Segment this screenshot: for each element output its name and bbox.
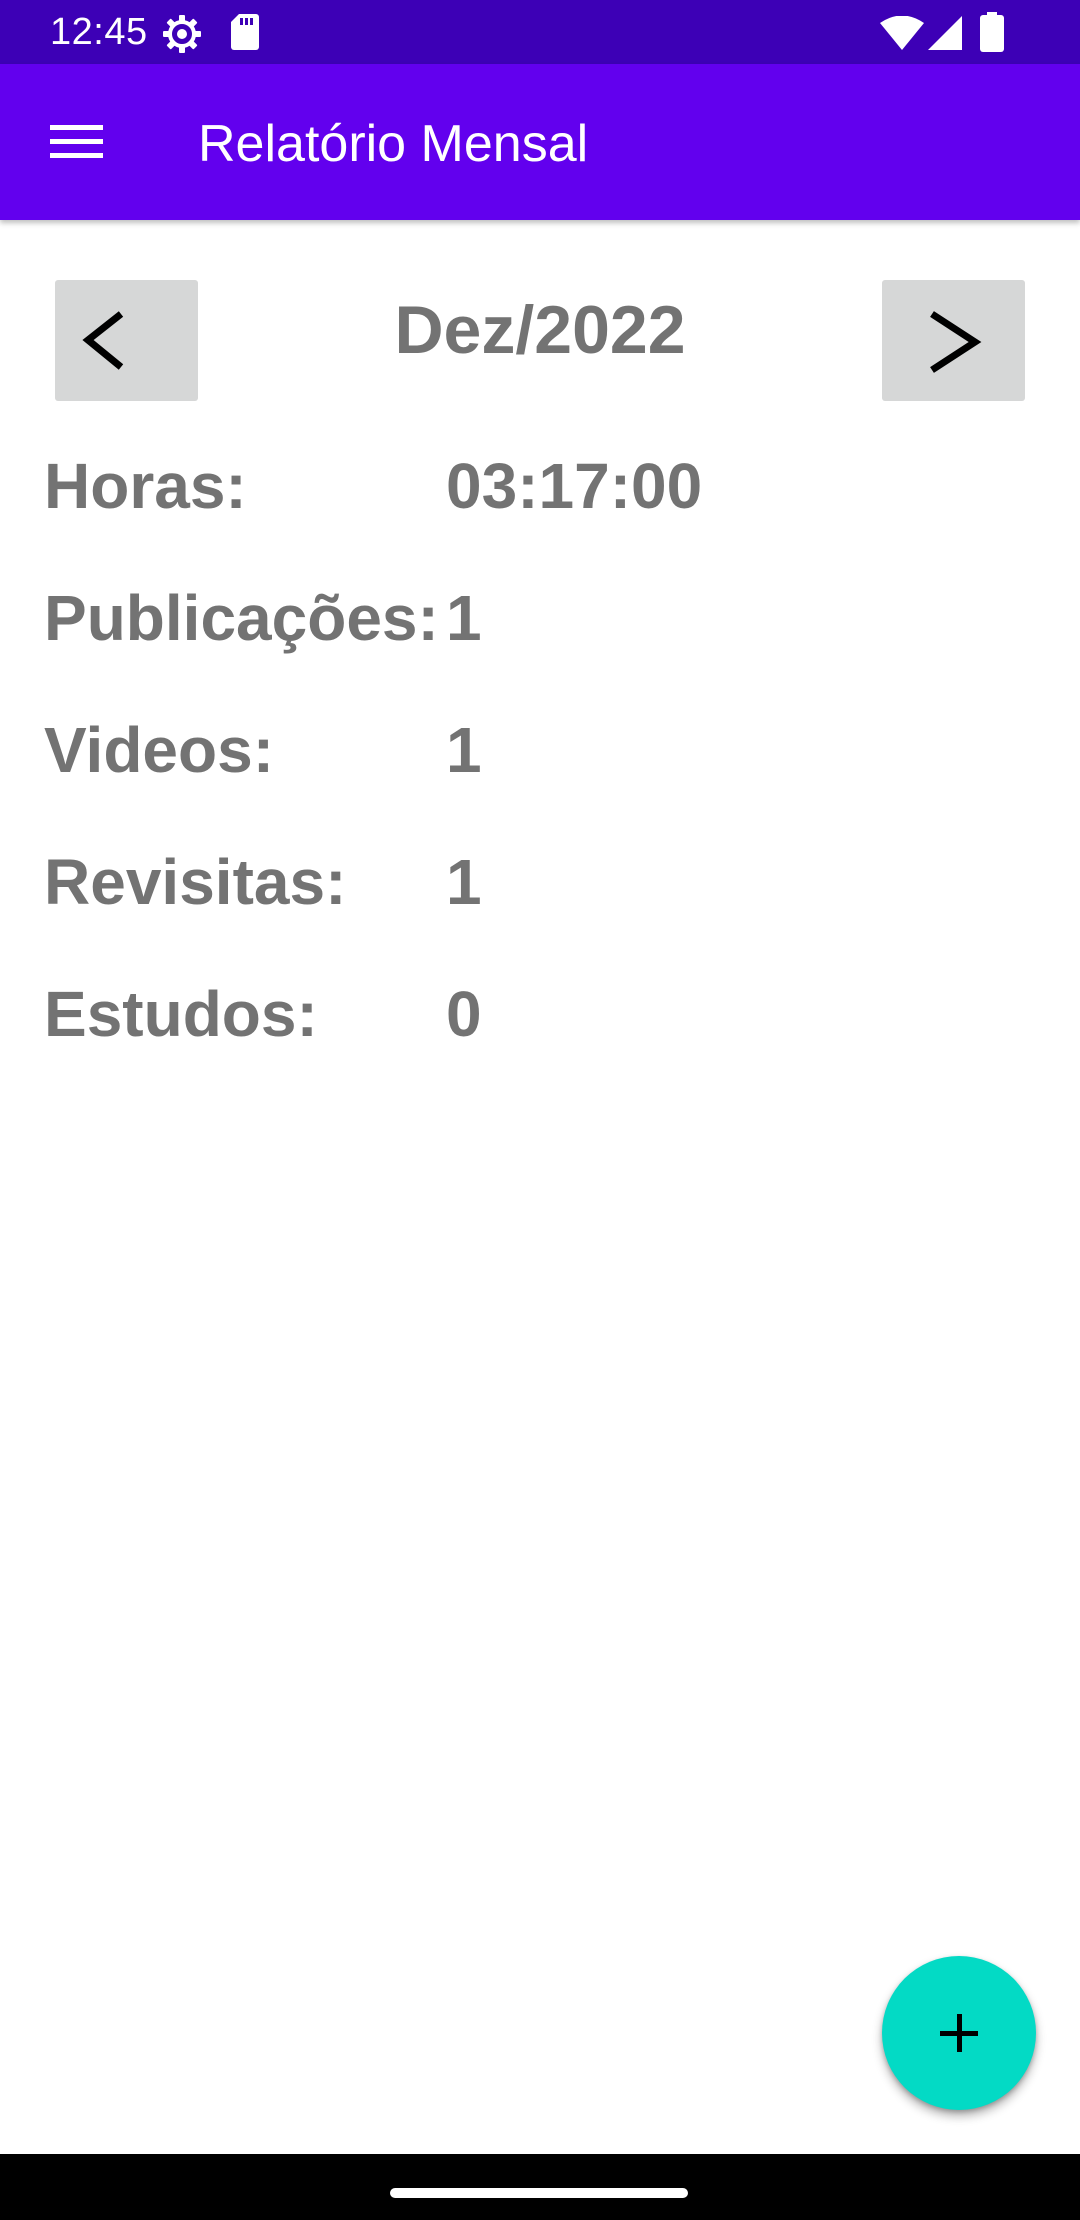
sd-card-icon [230, 14, 260, 55]
add-button[interactable] [882, 1956, 1036, 2110]
status-time: 12:45 [50, 11, 148, 53]
menu-icon [30, 125, 124, 186]
report-value: 0 [446, 978, 482, 1050]
signal-icon [928, 16, 962, 55]
page-title: Relatório Mensal [198, 115, 589, 173]
settings-icon [162, 14, 202, 59]
report-value: 1 [446, 846, 482, 918]
menu-button[interactable] [30, 102, 124, 182]
report-label: Horas: [44, 450, 247, 522]
report-value: 03:17:00 [446, 450, 703, 522]
battery-icon [980, 12, 1004, 57]
wifi-icon [880, 15, 924, 55]
report-row-videos: Videos: 1 [0, 702, 1080, 798]
month-label: Dez/2022 [394, 292, 686, 368]
home-gesture-handle[interactable] [390, 2188, 688, 2198]
report-value: 1 [446, 714, 482, 786]
previous-month-button[interactable] [55, 280, 198, 401]
report-value: 1 [446, 582, 482, 654]
report-label: Estudos: [44, 978, 318, 1050]
report-row-estudos: Estudos: 0 [0, 966, 1080, 1062]
status-bar: 12:45 [0, 0, 1080, 64]
report-row-publicacoes: Publicações: 1 [0, 570, 1080, 666]
report-row-revisitas: Revisitas: 1 [0, 834, 1080, 930]
app-bar: Relatório Mensal [0, 64, 1080, 220]
navigation-bar [0, 2154, 1080, 2220]
next-month-button[interactable] [882, 280, 1025, 401]
report-row-horas: Horas: 03:17:00 [0, 438, 1080, 534]
report-label: Publicações: [44, 582, 439, 654]
report-label: Videos: [44, 714, 274, 786]
report-label: Revisitas: [44, 846, 347, 918]
